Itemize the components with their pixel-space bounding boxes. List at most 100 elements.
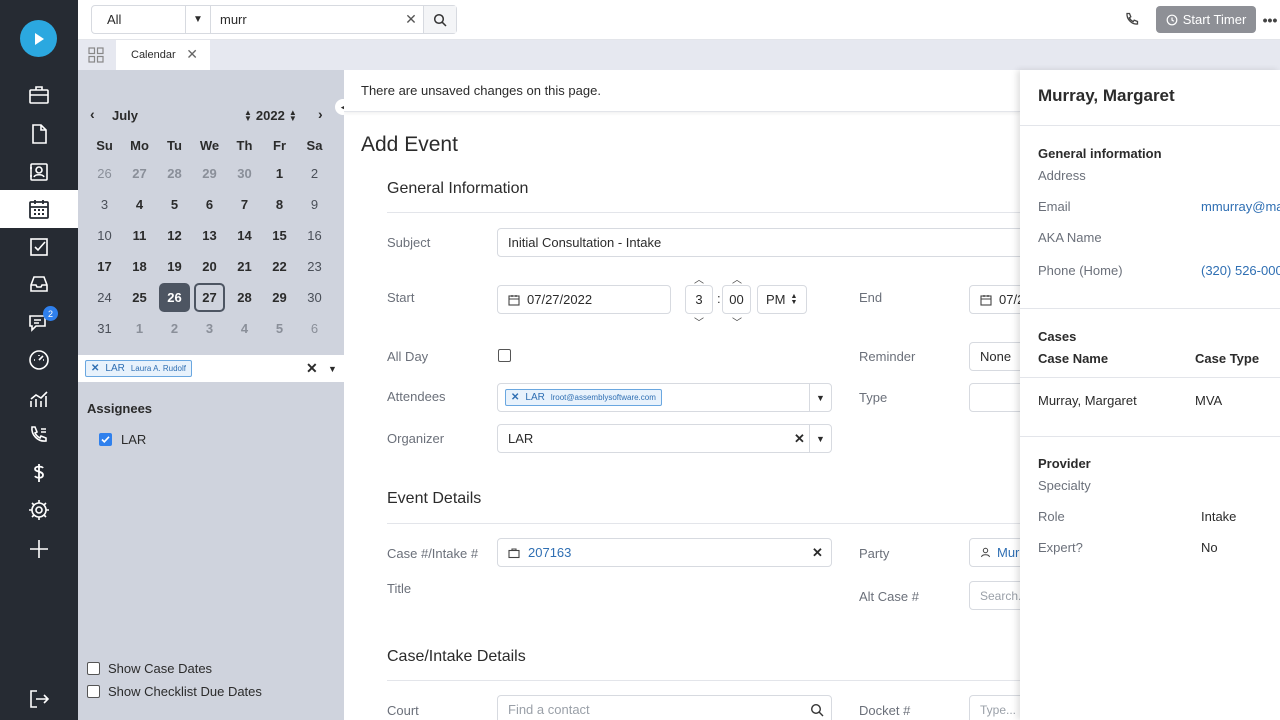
calendar-day[interactable]: 2 <box>299 159 330 188</box>
calendar-day-selected[interactable]: 26 <box>159 283 190 312</box>
calendar-day[interactable]: 26 <box>89 159 120 188</box>
close-tab-icon[interactable]: ✕ <box>186 46 198 63</box>
calendar-day[interactable]: 3 <box>194 314 225 343</box>
chevron-down-icon[interactable]: ▼ <box>186 6 211 33</box>
calendar-day[interactable]: 2 <box>159 314 190 343</box>
type-select[interactable] <box>969 383 1020 412</box>
logout-icon[interactable] <box>0 680 78 718</box>
calendar-day[interactable]: 4 <box>229 314 260 343</box>
calendar-day[interactable]: 5 <box>159 190 190 219</box>
attendees-input[interactable]: ✕ LAR lroot@assemblysoftware.com ▼ <box>497 383 832 412</box>
clear-organizer-icon[interactable]: ✕ <box>794 431 805 447</box>
messages-icon[interactable]: 2 <box>0 303 78 341</box>
calendar-day[interactable]: 25 <box>124 283 155 312</box>
tab-calendar[interactable]: Calendar ✕ <box>116 40 210 70</box>
checkbox-checked-icon[interactable] <box>99 433 112 446</box>
calendar-day[interactable]: 9 <box>299 190 330 219</box>
grid-icon[interactable] <box>88 47 104 63</box>
calendar-day[interactable]: 17 <box>89 252 120 281</box>
checkbox[interactable] <box>87 662 100 675</box>
calendar-day[interactable]: 19 <box>159 252 190 281</box>
tasks-icon[interactable] <box>0 228 78 266</box>
calendar-day[interactable]: 28 <box>159 159 190 188</box>
calendar-day[interactable]: 28 <box>229 283 260 312</box>
billing-icon[interactable] <box>0 454 78 492</box>
calendar-day[interactable]: 29 <box>264 283 295 312</box>
settings-icon[interactable] <box>0 491 78 529</box>
email-link[interactable]: mmurray@ma <box>1201 199 1280 214</box>
show-checklist-option[interactable]: Show Checklist Due Dates <box>87 684 262 699</box>
show-case-dates-option[interactable]: Show Case Dates <box>87 661 212 676</box>
calendar-day[interactable]: 3 <box>89 190 120 219</box>
calendar-day[interactable]: 31 <box>89 314 120 343</box>
clear-search-icon[interactable]: ✕ <box>399 11 423 28</box>
calendar-day[interactable]: 20 <box>194 252 225 281</box>
document-icon[interactable] <box>0 115 78 153</box>
start-date-input[interactable]: 07/27/2022 <box>497 285 671 314</box>
allday-checkbox[interactable] <box>498 349 511 362</box>
reminder-select[interactable]: None <box>969 342 1020 371</box>
remove-chip-icon[interactable]: ✕ <box>91 363 99 374</box>
calendar-day[interactable]: 8 <box>264 190 295 219</box>
start-timer-button[interactable]: Start Timer <box>1156 6 1256 33</box>
assignee-item[interactable]: LAR <box>99 432 146 447</box>
briefcase-icon[interactable] <box>0 76 78 114</box>
calendar-day[interactable]: 30 <box>229 159 260 188</box>
calendar-day[interactable]: 21 <box>229 252 260 281</box>
chevron-down-icon[interactable]: ▼ <box>328 364 337 374</box>
ampm-select[interactable]: PM ▲ ▼ <box>757 285 807 314</box>
organizer-select[interactable]: LAR ✕ ▼ <box>497 424 832 453</box>
calendar-day[interactable]: 27 <box>124 159 155 188</box>
more-options-icon[interactable]: ••• <box>1260 6 1280 33</box>
party-input[interactable]: Mur <box>969 538 1020 567</box>
calendar-day[interactable]: 4 <box>124 190 155 219</box>
calendar-icon[interactable] <box>0 190 78 228</box>
next-month-button[interactable]: › <box>318 106 323 122</box>
minute-down-icon[interactable]: ﹀ <box>732 314 742 329</box>
calendar-day[interactable]: 10 <box>89 221 120 250</box>
phone-icon[interactable] <box>1120 8 1144 32</box>
reports-icon[interactable] <box>0 380 78 418</box>
phone-log-icon[interactable] <box>0 416 78 454</box>
clear-case-icon[interactable]: ✕ <box>812 545 823 561</box>
phone-link[interactable]: (320) 526-000 <box>1201 263 1280 278</box>
add-icon[interactable] <box>0 530 78 568</box>
calendar-day[interactable]: 15 <box>264 221 295 250</box>
calendar-day[interactable]: 18 <box>124 252 155 281</box>
end-date-input[interactable]: 07/2 <box>969 285 1020 314</box>
calendar-day[interactable]: 11 <box>124 221 155 250</box>
start-hour-input[interactable]: 3 <box>685 285 713 314</box>
court-input[interactable]: Find a contact <box>497 695 832 720</box>
assignee-filter[interactable]: ✕ LAR Laura A. Rudolf ✕ ▼ <box>78 355 344 382</box>
calendar-day[interactable]: 14 <box>229 221 260 250</box>
docket-input[interactable]: Type... <box>969 695 1020 720</box>
calendar-day[interactable]: 6 <box>299 314 330 343</box>
calendar-day[interactable]: 24 <box>89 283 120 312</box>
clear-filter-icon[interactable]: ✕ <box>306 360 318 377</box>
chevron-down-icon[interactable]: ▼ <box>809 384 831 411</box>
search-input[interactable]: murr <box>211 6 399 33</box>
calendar-day[interactable]: 30 <box>299 283 330 312</box>
calendar-day[interactable]: 23 <box>299 252 330 281</box>
contacts-icon[interactable] <box>0 153 78 191</box>
case-name-cell[interactable]: Murray, Margaret <box>1038 393 1137 408</box>
calendar-day[interactable]: 7 <box>229 190 260 219</box>
dashboard-icon[interactable] <box>0 341 78 379</box>
calendar-day[interactable]: 29 <box>194 159 225 188</box>
minute-up-icon[interactable]: ︿ <box>732 271 742 286</box>
app-logo-icon[interactable] <box>20 20 57 57</box>
search-button[interactable] <box>423 6 456 33</box>
calendar-day[interactable]: 22 <box>264 252 295 281</box>
alt-case-input[interactable]: Search... <box>969 581 1020 610</box>
start-minute-input[interactable]: 00 <box>722 285 751 314</box>
subject-input[interactable]: Initial Consultation - Intake <box>497 228 1020 257</box>
previous-month-button[interactable]: ‹ <box>90 106 95 122</box>
hour-down-icon[interactable]: ﹀ <box>694 314 704 329</box>
checkbox[interactable] <box>87 685 100 698</box>
calendar-day[interactable]: 5 <box>264 314 295 343</box>
case-input[interactable]: 207163 ✕ <box>497 538 832 567</box>
calendar-day[interactable]: 13 <box>194 221 225 250</box>
calendar-day[interactable]: 1 <box>124 314 155 343</box>
calendar-day-today[interactable]: 27 <box>194 283 225 312</box>
calendar-day[interactable]: 16 <box>299 221 330 250</box>
